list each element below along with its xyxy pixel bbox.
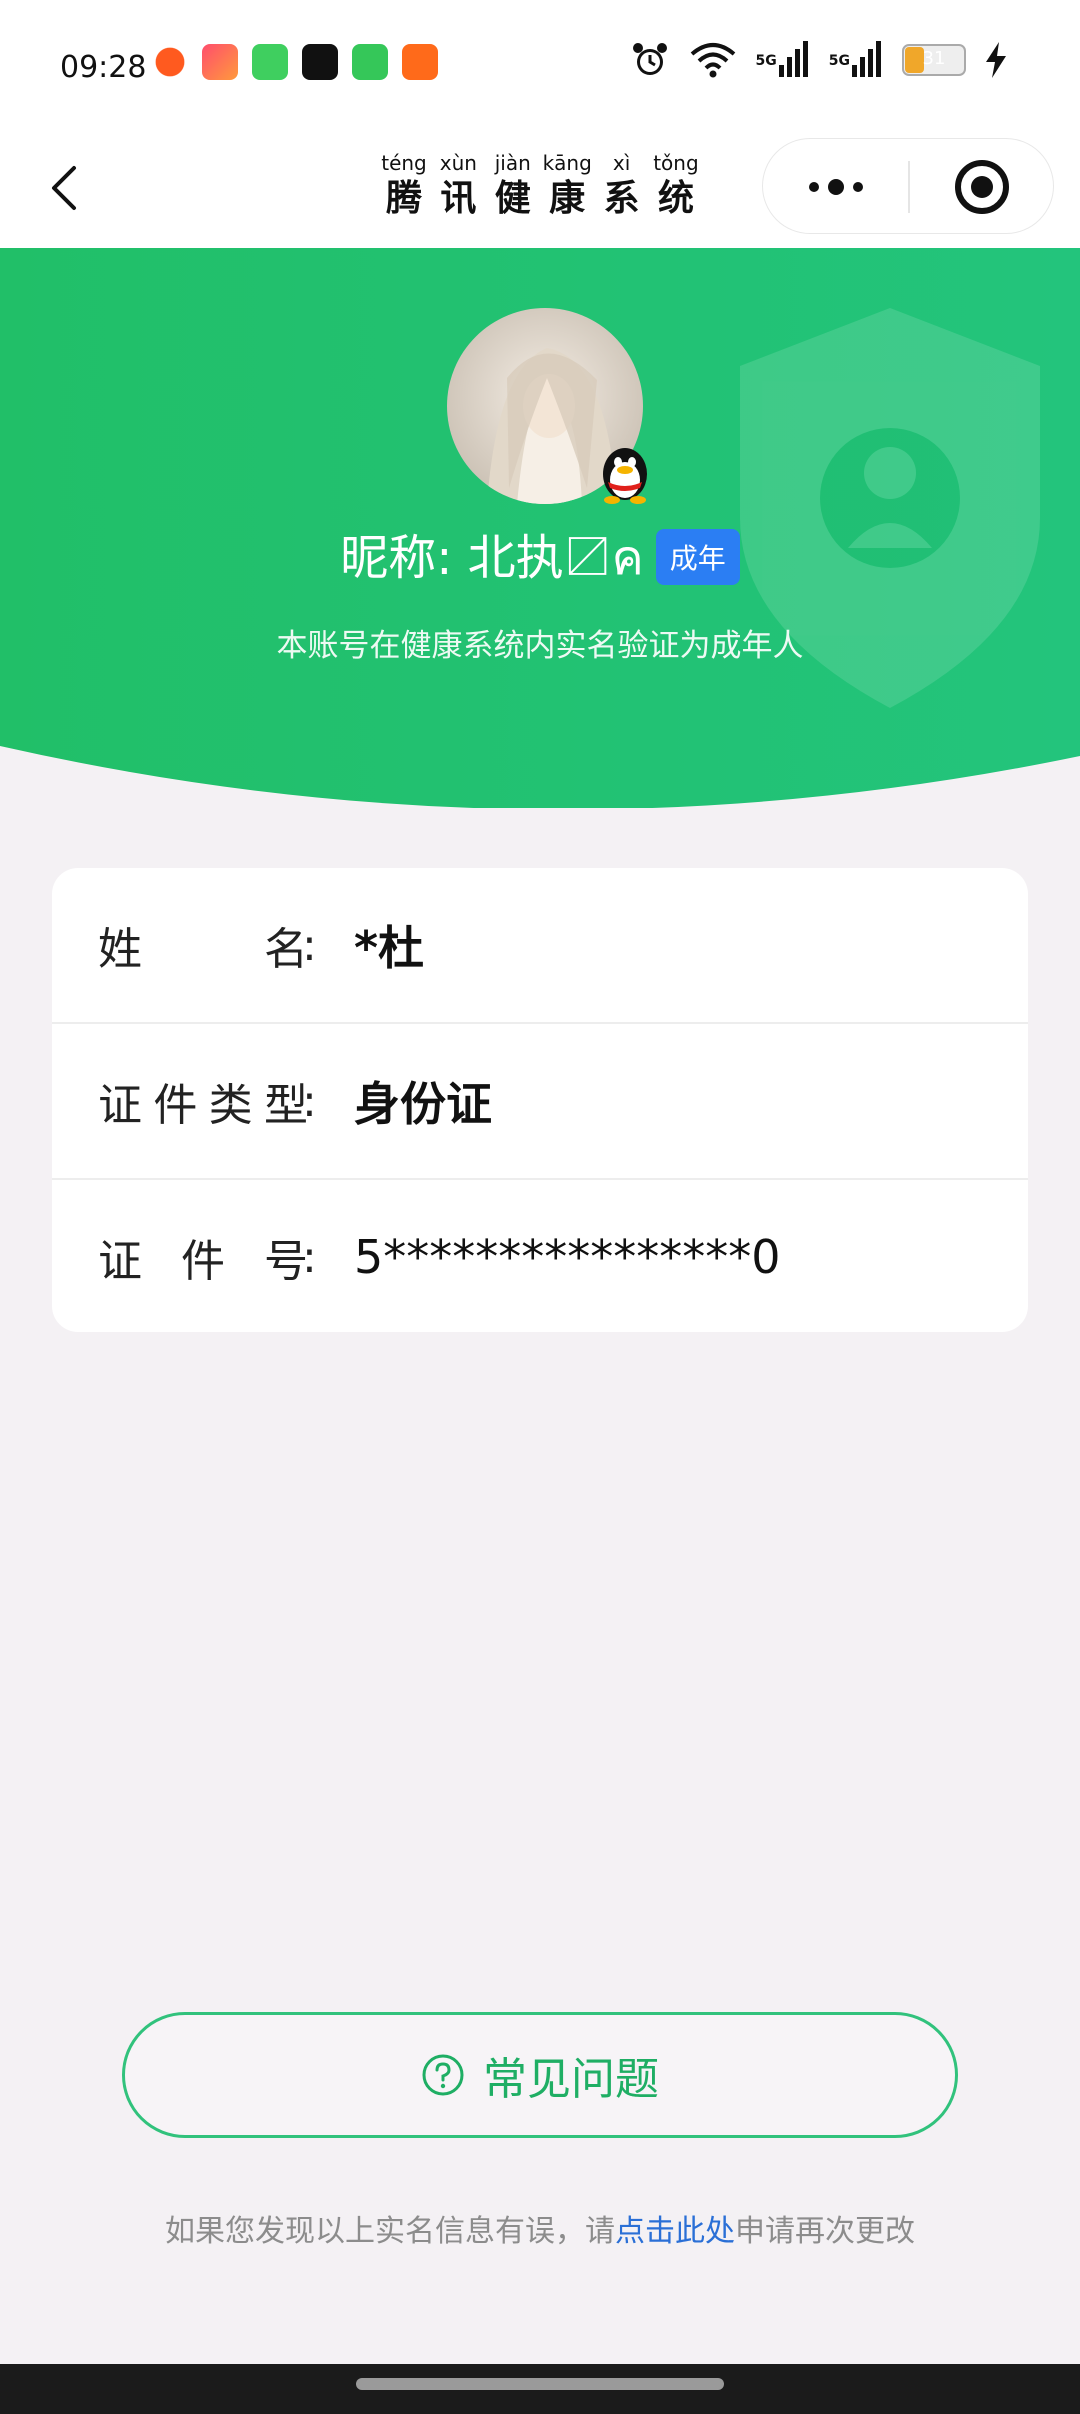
more-button[interactable] [763, 139, 908, 235]
back-button[interactable] [38, 158, 98, 218]
title-pinyin: xì [612, 151, 631, 175]
status-time: 09:28 [60, 50, 147, 85]
more-dots-icon [808, 179, 863, 195]
info-colon: : [302, 1075, 317, 1127]
home-indicator[interactable] [356, 2378, 724, 2390]
title-hanzi: 康 [549, 177, 586, 219]
nav-bar: téng 腾 xùn 讯 jiàn 健 kāng 康 xì 系 tǒng 统 [0, 128, 1080, 248]
label-char: 类 [208, 1080, 253, 1131]
shopping-app-icon [202, 44, 238, 80]
target-close-icon [955, 160, 1009, 214]
title-hanzi: 健 [494, 177, 531, 219]
faq-label: 常见问题 [483, 2054, 659, 2105]
adult-badge: 成年 [655, 529, 740, 585]
close-miniprogram-button[interactable] [909, 139, 1055, 235]
notification-app-icons [152, 44, 438, 80]
title-char: tǒng 统 [652, 150, 700, 220]
notification-icon [152, 44, 188, 80]
qq-penguin-icon [603, 448, 647, 504]
signal-icon-2: 5G [829, 41, 884, 79]
alarm-icon [632, 43, 667, 75]
info-colon: : [302, 1231, 317, 1283]
question-circle-icon [422, 2054, 464, 2096]
tiktok-app-icon [302, 44, 338, 80]
info-row-id-type: 证 件 类 型 : 身份证 [52, 1022, 1028, 1178]
title-pinyin: tǒng [653, 151, 699, 175]
title-hanzi: 系 [603, 177, 640, 219]
title-pinyin: jiàn [494, 151, 531, 175]
label-char: 件 [181, 1236, 225, 1287]
network-label-2: 5G [828, 53, 850, 69]
title-pinyin: téng [381, 151, 427, 175]
battery-icon: 31 [902, 44, 966, 76]
status-right: 5G 5G 31 [630, 40, 1008, 80]
title-char: téng 腾 [380, 150, 428, 220]
nickname-row: 昵称: 北执〼ค 成年 [0, 518, 1080, 596]
title-char: xì 系 [598, 150, 646, 220]
label-char: 件 [153, 1080, 198, 1131]
nickname: 昵称: 北执〼ค [340, 530, 644, 586]
battery-level: 31 [922, 48, 946, 69]
signal-icon: 5G [756, 41, 811, 79]
gesture-bar-area [0, 2364, 1080, 2414]
wifi-icon [690, 43, 735, 78]
messages-app-icon [252, 44, 288, 80]
phone-app-icon [352, 44, 388, 80]
info-value-name: *杜 [354, 921, 425, 975]
profile-header: 昵称: 北执〼ค 成年 本账号在健康系统内实名验证为成年人 [0, 248, 1080, 808]
title-hanzi: 统 [657, 177, 694, 219]
label-char: 姓 [98, 924, 142, 975]
status-bar: 09:28 5G 5G 31 [0, 0, 1080, 128]
title-pinyin: xùn [439, 151, 477, 175]
label-char: 证 [98, 1236, 142, 1287]
info-value-id-number: 5****************0 [354, 1230, 781, 1284]
click-here-link[interactable]: 点击此处 [615, 2214, 735, 2249]
title-hanzi: 腾 [385, 177, 422, 219]
info-colon: : [302, 919, 317, 971]
verification-note: 本账号在健康系统内实名验证为成年人 [276, 628, 804, 664]
page-title: téng 腾 xùn 讯 jiàn 健 kāng 康 xì 系 tǒng 统 [380, 150, 700, 220]
miniprogram-capsule [762, 138, 1054, 234]
footer-text-after: 申请再次更改 [735, 2214, 915, 2249]
info-label: 证 件 号 [98, 1225, 308, 1289]
info-value-id-type: 身份证 [354, 1077, 492, 1131]
title-char: xùn 讯 [434, 150, 482, 220]
title-char: kāng 康 [542, 150, 592, 220]
info-row-id-number: 证 件 号 : 5****************0 [52, 1178, 1028, 1332]
title-hanzi: 讯 [440, 177, 477, 219]
info-label: 证 件 类 型 [98, 1069, 308, 1133]
label-char: 证 [98, 1080, 142, 1131]
title-char: jiàn 健 [489, 150, 537, 220]
identity-info-card: 姓 名 : *杜 证 件 类 型 : 身份证 证 件 号 : 5********… [52, 868, 1028, 1332]
info-label: 姓 名 [98, 913, 308, 977]
charging-icon [986, 42, 1006, 78]
info-row-name: 姓 名 : *杜 [52, 868, 1028, 1022]
faq-button[interactable]: 常见问题 [122, 2012, 958, 2138]
footer-text-before: 如果您发现以上实名信息有误，请 [165, 2214, 615, 2249]
chevron-left-icon [52, 166, 76, 210]
network-label-1: 5G [755, 53, 777, 69]
title-pinyin: kāng [542, 151, 592, 175]
footer-note: 如果您发现以上实名信息有误，请点击此处申请再次更改 [0, 2206, 1080, 2250]
kuaishou-app-icon [402, 44, 438, 80]
